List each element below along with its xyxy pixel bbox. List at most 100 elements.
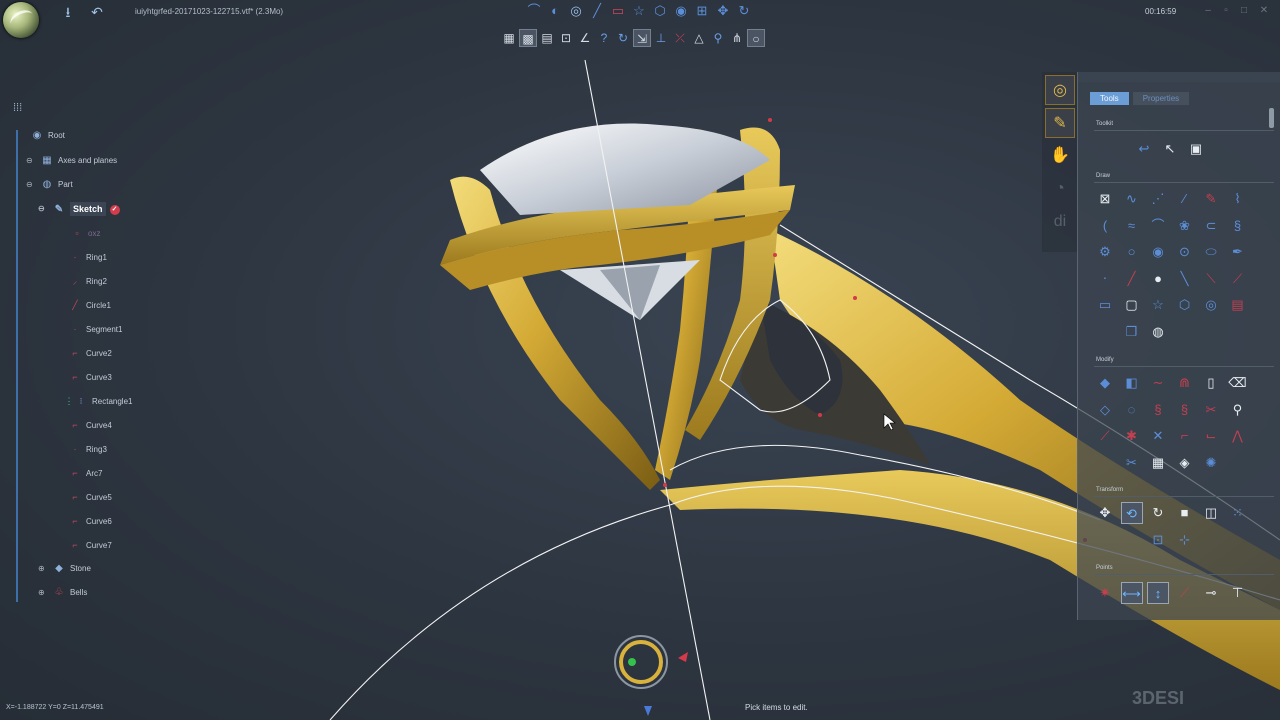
angle-icon[interactable]: ∠ (576, 29, 594, 47)
erase-icon[interactable]: ⌫ (1227, 372, 1249, 394)
line-icon[interactable]: ╲ (1174, 268, 1196, 290)
grid-tool-icon[interactable]: ⊞ (693, 2, 711, 20)
close-icon[interactable]: ✕ (1258, 5, 1270, 17)
ring-module-icon[interactable]: ◎ (1045, 75, 1075, 105)
mirror-icon[interactable]: ◫ (1200, 502, 1222, 524)
vertical-icon[interactable]: ↕ (1147, 582, 1169, 604)
curve-tool-icon[interactable]: ⌒ (525, 2, 543, 20)
link-icon[interactable]: ⊂ (1200, 215, 1222, 237)
save-icon[interactable]: ⭳ (60, 4, 76, 20)
expand-icon[interactable]: ⊕ (38, 565, 46, 573)
tree-item-oxz[interactable]: ▫ oxz (70, 223, 100, 243)
star-icon[interactable]: ☆ (1147, 294, 1169, 316)
pen-icon[interactable]: ✒ (1227, 241, 1249, 263)
expand-icon[interactable]: ⊖ (26, 181, 34, 189)
tree-item-stone[interactable]: ⊕ ◆ Stone (38, 559, 91, 579)
snap-icon[interactable]: ⊡ (557, 29, 575, 47)
bridge-icon[interactable]: ⋒ (1174, 372, 1196, 394)
spline-icon[interactable]: ∿ (1121, 188, 1143, 210)
count-icon[interactable]: ◈ (1174, 452, 1196, 474)
tree-item-root[interactable]: ◉ Root (30, 126, 65, 146)
pointer-tool-icon[interactable]: ↖ (1159, 138, 1181, 160)
tree-item-axes[interactable]: ⊖ ▦ Axes and planes (26, 151, 117, 171)
maximize-icon[interactable]: □ (1238, 5, 1250, 17)
pin-icon[interactable]: ⚲ (709, 29, 727, 47)
tree-item-curve7[interactable]: ⌐ Curve7 (68, 535, 111, 555)
slash-icon[interactable]: ⟋ (1227, 268, 1249, 290)
tree-item-ring3[interactable]: · Ring3 (68, 439, 107, 459)
dot-icon[interactable]: ● (1147, 268, 1169, 290)
delete-curve-icon[interactable]: ⊠ (1094, 188, 1116, 210)
minimize-icon[interactable]: – (1202, 5, 1214, 17)
grid-array-icon[interactable]: ⁙ (1227, 502, 1249, 524)
tree-item-arc7[interactable]: ⌐ Arc7 (68, 463, 102, 483)
sculpt-module-icon[interactable]: ✋ (1045, 141, 1075, 171)
rotate-tool-icon[interactable]: ↻ (735, 2, 753, 20)
s-modify-icon[interactable]: § (1147, 399, 1169, 421)
circle-icon[interactable]: ○ (1121, 241, 1143, 263)
split-shape-icon[interactable]: ◧ (1121, 372, 1143, 394)
hexagon-icon[interactable]: ⬡ (1174, 294, 1196, 316)
trim-icon[interactable]: ✂ (1200, 399, 1222, 421)
s-curve-icon[interactable]: § (1227, 215, 1249, 237)
smooth-icon[interactable]: ∼ (1147, 372, 1169, 394)
fix-point-icon[interactable]: ⟋ (1174, 582, 1196, 604)
spiral-tool-icon[interactable]: ◉ (672, 2, 690, 20)
text-module-icon[interactable]: di (1045, 207, 1075, 237)
panel-scrollbar[interactable] (1269, 108, 1274, 128)
shapes-icon[interactable]: ◆ (1094, 372, 1116, 394)
array-icon[interactable]: ▦ (1147, 452, 1169, 474)
tree-item-ring1[interactable]: · Ring1 (68, 247, 107, 267)
rectangle-tool-icon[interactable]: ▭ (609, 2, 627, 20)
help-icon[interactable]: ? (595, 29, 613, 47)
text-icon[interactable]: ▤ (1227, 294, 1249, 316)
align-icon[interactable]: ⊹ (1174, 529, 1196, 551)
page-icon[interactable]: ▯ (1200, 372, 1222, 394)
tree-item-rectangle1[interactable]: ⋮ ⁝ Rectangle1 (62, 391, 133, 411)
freehand-icon[interactable]: ✎ (1200, 188, 1222, 210)
split-icon[interactable]: ⋔ (728, 29, 746, 47)
cut-icon[interactable]: ⟋ (1094, 425, 1116, 447)
tab-properties[interactable]: Properties (1132, 92, 1190, 105)
target-icon[interactable]: ◉ (1147, 241, 1169, 263)
tree-item-curve5[interactable]: ⌐ Curve5 (68, 487, 111, 507)
tree-item-sketch[interactable]: ⊖ ✎ Sketch ✓ (38, 199, 120, 219)
scale-icon[interactable]: ■ (1174, 502, 1196, 524)
tree-item-segment1[interactable]: · Segment1 (68, 319, 123, 339)
rectangle-icon[interactable]: ▭ (1094, 294, 1116, 316)
table-icon[interactable]: ▤ (538, 29, 556, 47)
expand-icon[interactable]: ⊕ (38, 589, 46, 597)
layers-tool-icon[interactable]: ▣ (1185, 138, 1207, 160)
offset-icon[interactable]: ◇ (1094, 399, 1116, 421)
grid-view-icon[interactable]: ▦ (500, 29, 518, 47)
ring-offset-icon[interactable]: ◌ (1121, 399, 1143, 421)
gear-icon[interactable]: ⚙ (1094, 241, 1116, 263)
polyline-icon[interactable]: ⁄ (1174, 188, 1196, 210)
sine-icon[interactable]: ⌒ (1147, 215, 1169, 237)
line-red-icon[interactable]: ╱ (1121, 268, 1143, 290)
rotate-3d-icon[interactable]: ↻ (1147, 502, 1169, 524)
tree-item-curve2[interactable]: ⌐ Curve2 (68, 343, 111, 363)
globe-icon[interactable]: ◍ (1147, 321, 1169, 343)
line-tool-icon[interactable]: ╱ (588, 2, 606, 20)
scissors-icon[interactable]: ✂ (1121, 452, 1143, 474)
horizontal-icon[interactable]: ⟷ (1120, 582, 1143, 604)
circle-points-icon[interactable]: ⊙ (1174, 241, 1196, 263)
wave-icon[interactable]: ≈ (1121, 215, 1143, 237)
copy-icon[interactable]: ❐ (1121, 321, 1143, 343)
join-icon[interactable]: ✱ (1121, 425, 1143, 447)
ss-icon[interactable]: § (1174, 399, 1196, 421)
move-tool-icon[interactable]: ✥ (714, 2, 732, 20)
tree-item-curve4[interactable]: ⌐ Curve4 (68, 415, 111, 435)
restore-icon[interactable]: ▫ (1220, 5, 1232, 17)
anchor-icon[interactable]: ⊤ (1227, 582, 1249, 604)
star-tool-icon[interactable]: ☆ (630, 2, 648, 20)
scatter-icon[interactable]: ✺ (1200, 452, 1222, 474)
axes-icon[interactable]: ⊥ (652, 29, 670, 47)
lattice-icon[interactable]: ⊡ (1147, 529, 1169, 551)
tree-item-curve3[interactable]: ⌐ Curve3 (68, 367, 111, 387)
expand-icon[interactable]: ⊖ (26, 157, 34, 165)
hexagon-tool-icon[interactable]: ⬡ (651, 2, 669, 20)
frame-icon[interactable]: ▢ (1121, 294, 1143, 316)
flower-icon[interactable]: ❀ (1174, 215, 1196, 237)
